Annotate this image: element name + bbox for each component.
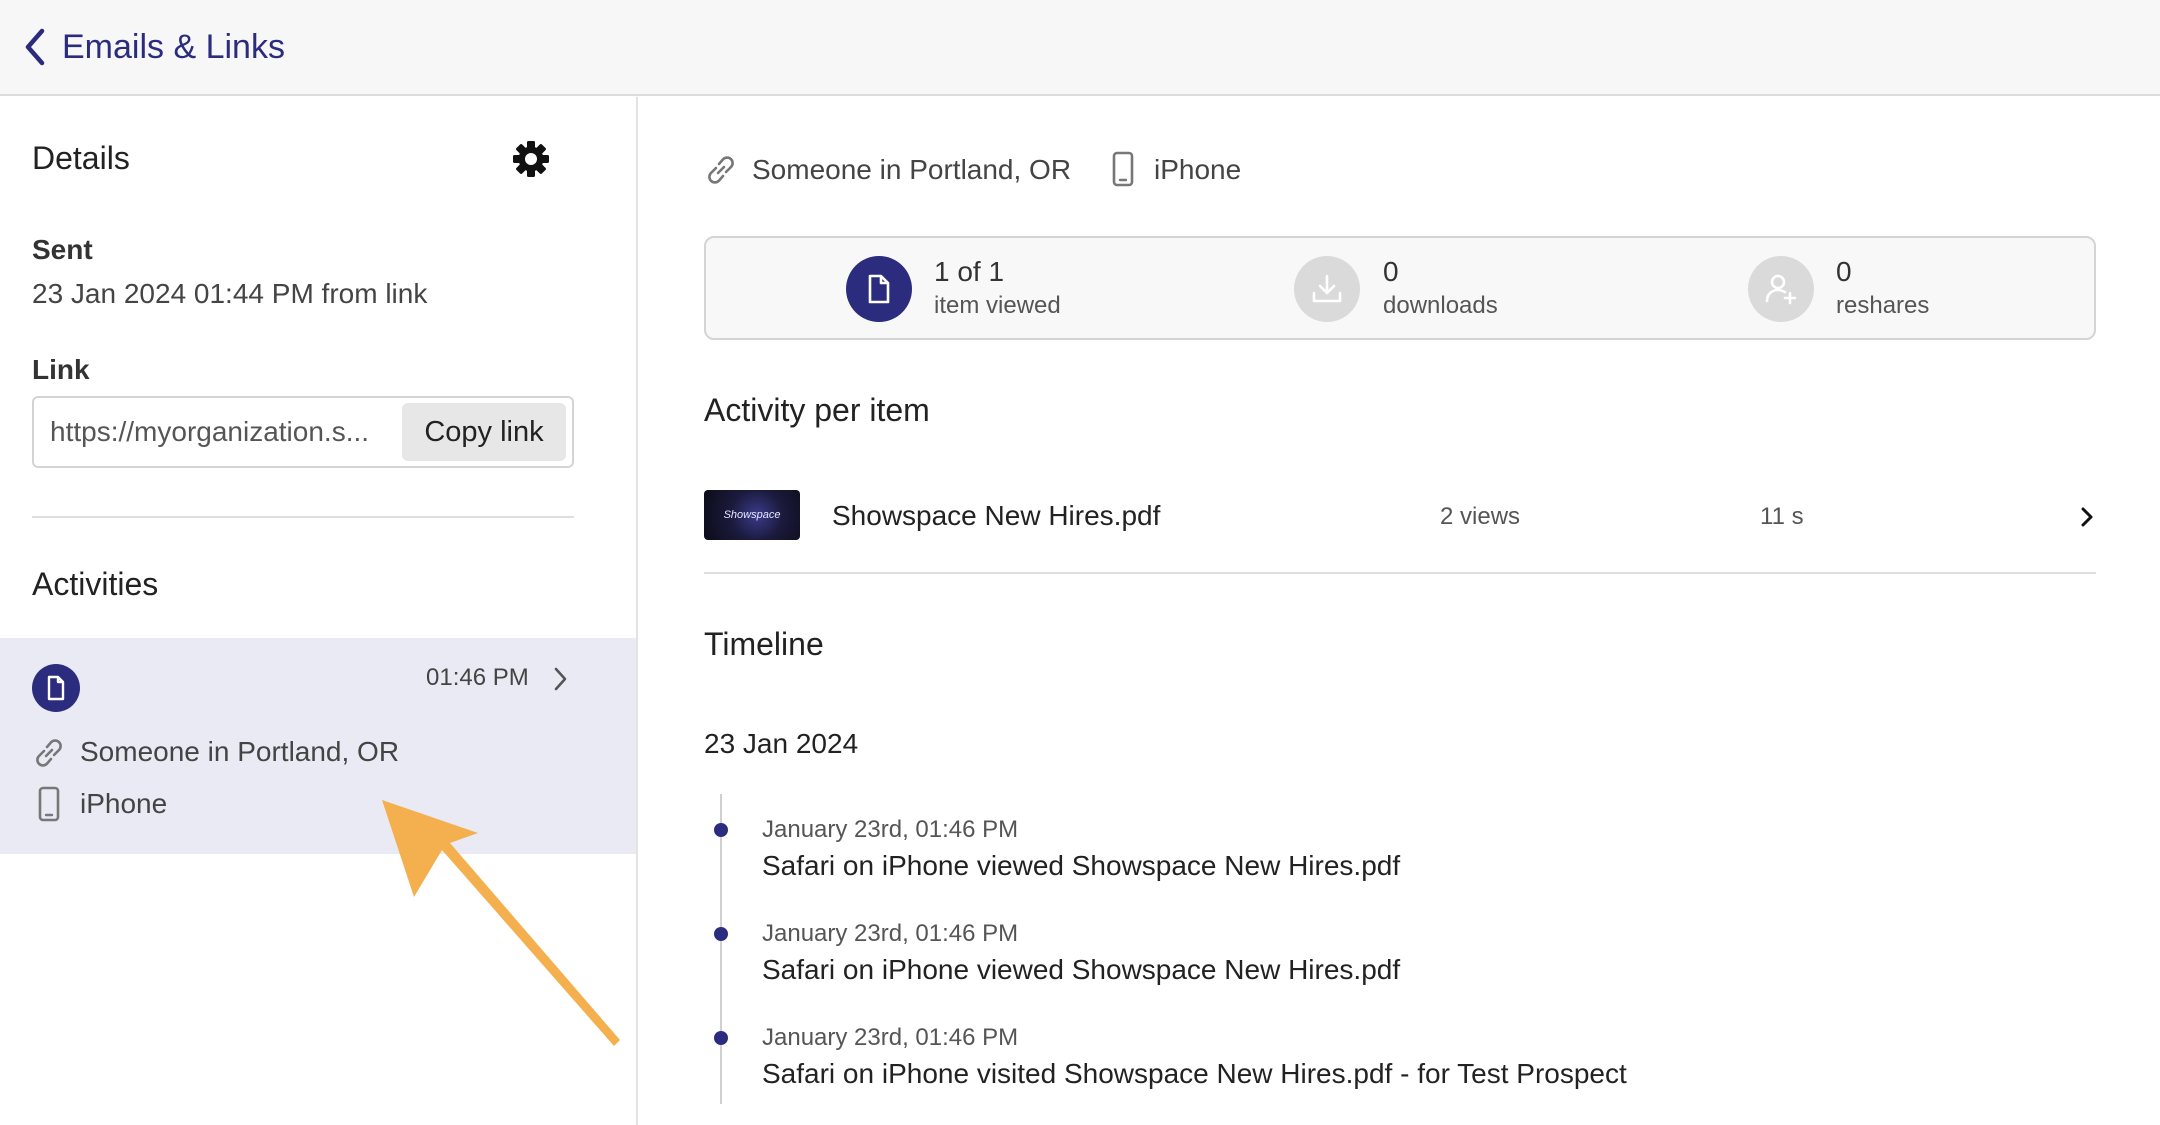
items-viewed-label: item viewed	[934, 292, 1061, 319]
download-icon	[1294, 256, 1360, 322]
timeline-heading: Timeline	[704, 626, 824, 662]
annotation-arrow	[382, 800, 620, 1046]
viewer-location: Someone in Portland, OR	[752, 154, 1072, 185]
chevron-right-icon	[2081, 507, 2093, 527]
details-heading: Details	[32, 140, 130, 176]
reshares-label: reshares	[1836, 292, 1930, 319]
sent-label: Sent	[32, 234, 93, 265]
item-thumbnail: Showspace	[704, 490, 800, 540]
viewer-device: iPhone	[1154, 154, 1242, 185]
thumbnail-text: Showspace	[723, 509, 781, 521]
timeline-date: 23 Jan 2024	[704, 728, 859, 759]
document-icon	[846, 256, 912, 322]
phone-icon	[38, 786, 60, 822]
downloads-value: 0	[1383, 256, 1399, 287]
divider	[32, 516, 574, 518]
gear-icon[interactable]	[512, 140, 550, 178]
item-views: 2 views	[1440, 503, 1521, 530]
item-name: Showspace New Hires.pdf	[832, 500, 1161, 531]
timeline-event-text: Safari on iPhone visited Showspace New H…	[762, 1058, 1627, 1089]
activity-device: iPhone	[80, 788, 168, 819]
back-label: Emails & Links	[62, 27, 285, 66]
chevron-left-icon	[25, 28, 45, 66]
link-field: https://myorganization.s... Copy link	[32, 396, 574, 468]
item-duration: 11 s	[1760, 503, 1804, 530]
timeline-line	[720, 794, 722, 1104]
link-url-text[interactable]: https://myorganization.s...	[50, 416, 402, 448]
stats-summary	[704, 236, 2096, 340]
add-person-icon	[1748, 256, 1814, 322]
document-icon	[32, 664, 80, 712]
timeline-dot	[714, 1031, 728, 1045]
items-viewed-value: 1 of 1	[934, 256, 1005, 287]
timeline-dot	[714, 823, 728, 837]
link-icon	[708, 156, 734, 184]
sent-value: 23 Jan 2024 01:44 PM from link	[32, 278, 428, 309]
reshares-value: 0	[1836, 256, 1852, 287]
downloads-label: downloads	[1383, 292, 1498, 319]
timeline-event-text: Safari on iPhone viewed Showspace New Hi…	[762, 850, 1401, 881]
phone-icon	[1112, 151, 1134, 187]
timeline-event-text: Safari on iPhone viewed Showspace New Hi…	[762, 954, 1401, 985]
activity-time: 01:46 PM	[426, 664, 529, 691]
top-nav-bar	[0, 0, 2160, 96]
copy-link-button[interactable]: Copy link	[402, 403, 566, 461]
link-label: Link	[32, 354, 90, 385]
link-icon	[36, 739, 62, 767]
timeline-dot	[714, 927, 728, 941]
back-button[interactable]: Emails & Links	[20, 22, 285, 72]
timeline-event-time: January 23rd, 01:46 PM	[762, 920, 1019, 947]
chevron-right-icon	[554, 667, 567, 691]
activity-location: Someone in Portland, OR	[80, 736, 400, 767]
activity-per-item-heading: Activity per item	[704, 392, 930, 428]
timeline-event-time: January 23rd, 01:46 PM	[762, 816, 1019, 843]
timeline-event-time: January 23rd, 01:46 PM	[762, 1024, 1019, 1051]
activities-heading: Activities	[32, 566, 159, 602]
